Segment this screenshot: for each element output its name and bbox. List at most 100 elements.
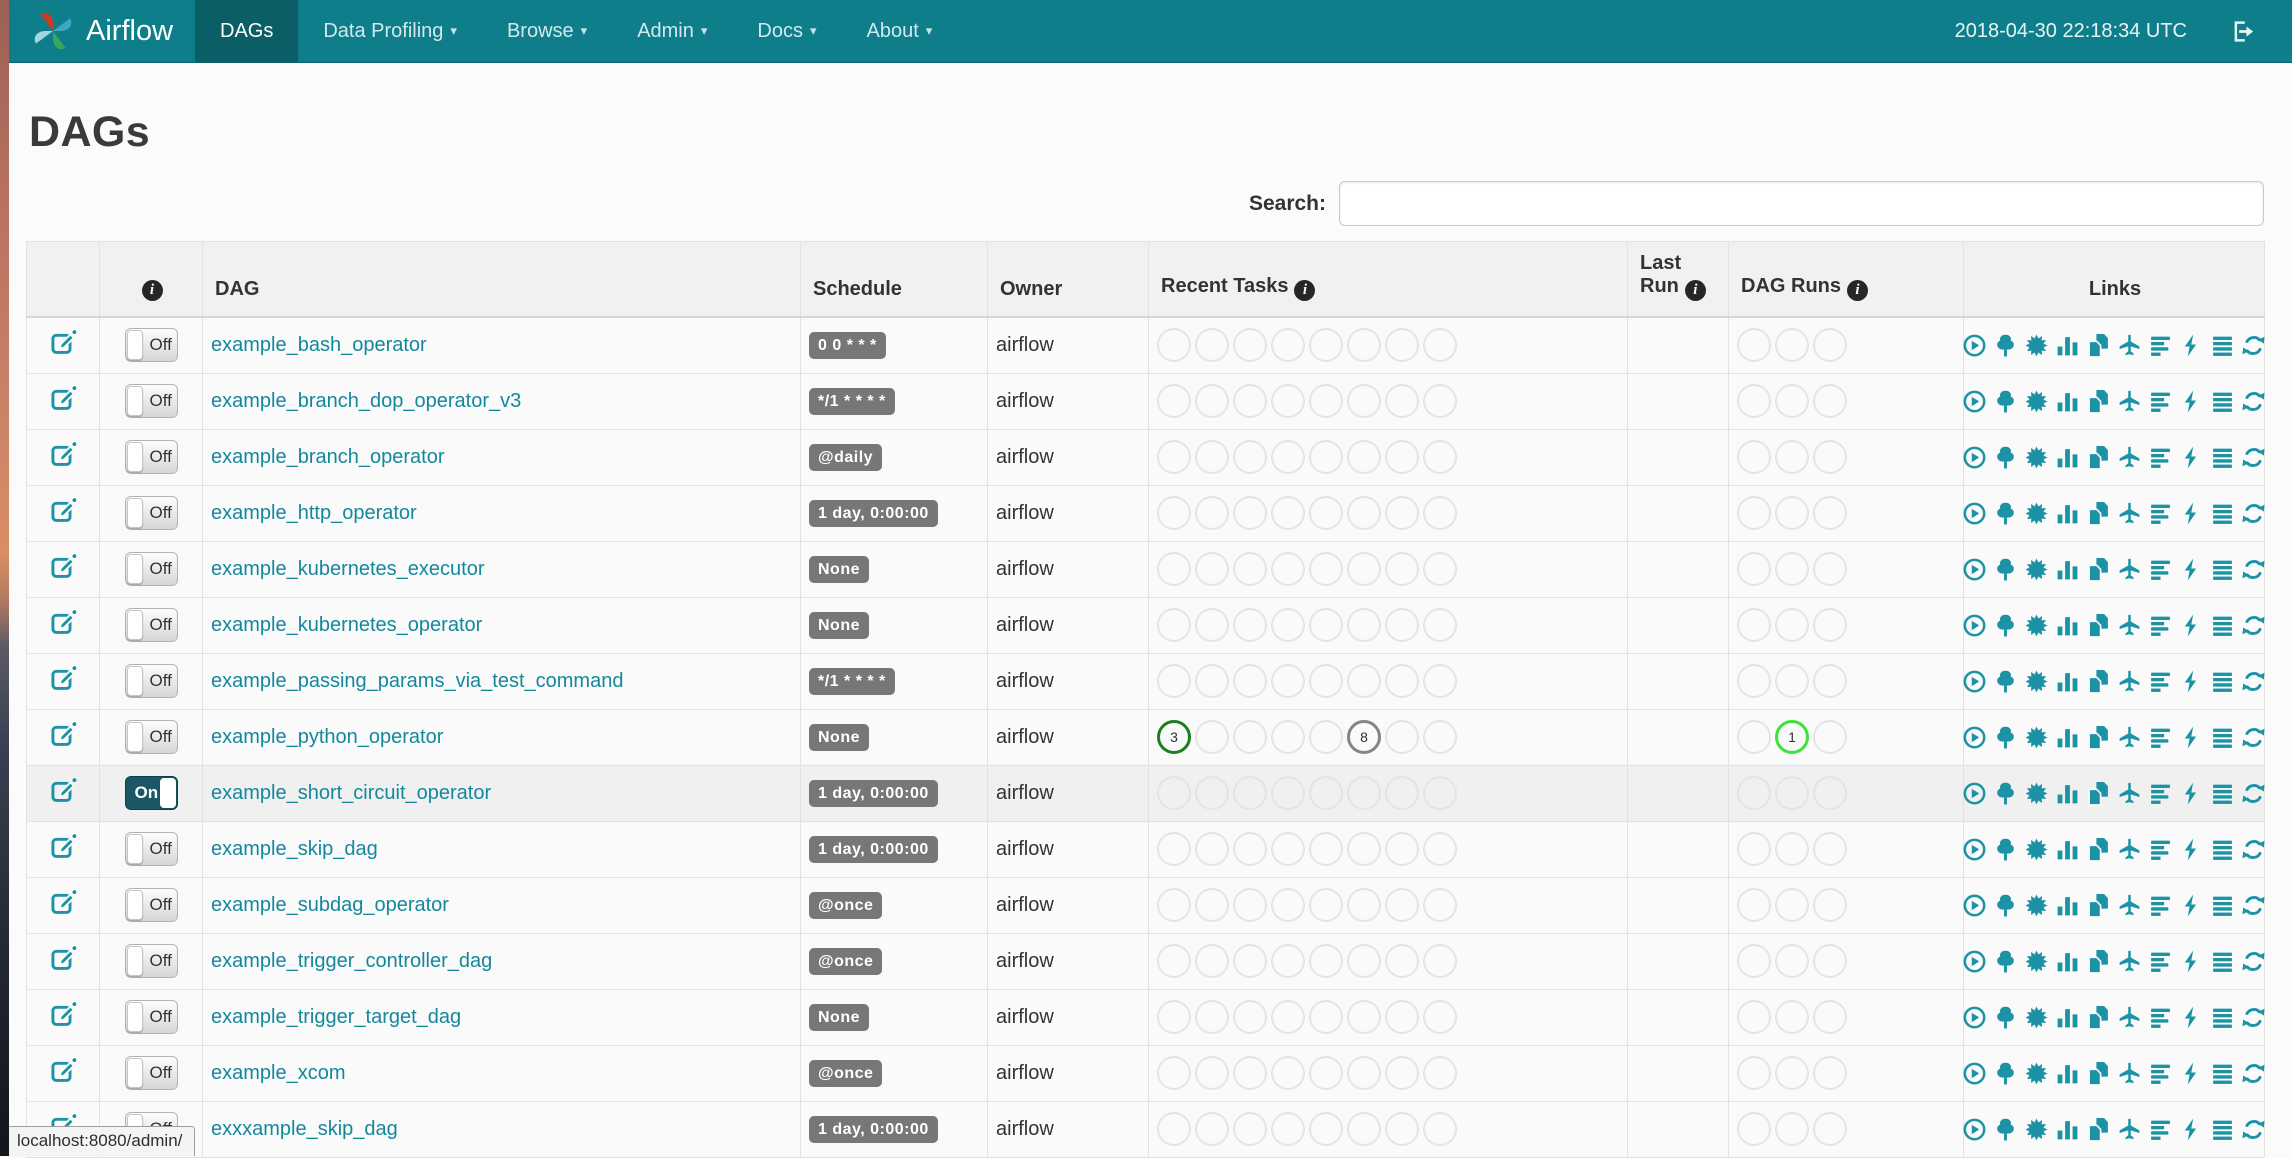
landing-times-icon[interactable]	[2117, 557, 2142, 582]
task-duration-icon[interactable]	[2055, 725, 2080, 750]
gantt-icon[interactable]	[2148, 837, 2173, 862]
task-tries-icon[interactable]	[2086, 501, 2111, 526]
refresh-icon[interactable]	[2241, 1117, 2266, 1142]
task-tries-icon[interactable]	[2086, 1117, 2111, 1142]
code-view-icon[interactable]	[2179, 1005, 2204, 1030]
recent-tasks-circle[interactable]: 3	[1157, 720, 1191, 754]
dag-pause-toggle[interactable]: Off	[124, 608, 178, 642]
landing-times-icon[interactable]	[2117, 1061, 2142, 1086]
logs-icon[interactable]	[2210, 725, 2235, 750]
dag-link[interactable]: exxxample_skip_dag	[211, 1118, 398, 1140]
landing-times-icon[interactable]	[2117, 613, 2142, 638]
dag-link[interactable]: example_passing_params_via_test_command	[211, 670, 623, 692]
dag-pause-toggle[interactable]: Off	[124, 832, 178, 866]
gantt-icon[interactable]	[2148, 781, 2173, 806]
gantt-icon[interactable]	[2148, 949, 2173, 974]
logs-icon[interactable]	[2210, 1061, 2235, 1086]
logs-icon[interactable]	[2210, 333, 2235, 358]
graph-view-icon[interactable]	[2024, 501, 2049, 526]
landing-times-icon[interactable]	[2117, 1117, 2142, 1142]
refresh-icon[interactable]	[2241, 1005, 2266, 1030]
refresh-icon[interactable]	[2241, 557, 2266, 582]
task-duration-icon[interactable]	[2055, 613, 2080, 638]
edit-dag-button[interactable]	[50, 1057, 77, 1084]
code-view-icon[interactable]	[2179, 557, 2204, 582]
edit-dag-button[interactable]	[50, 497, 77, 524]
trigger-dag-icon[interactable]	[1962, 445, 1987, 470]
landing-times-icon[interactable]	[2117, 837, 2142, 862]
logs-icon[interactable]	[2210, 389, 2235, 414]
tree-view-icon[interactable]	[1993, 893, 2018, 918]
refresh-icon[interactable]	[2241, 781, 2266, 806]
logs-icon[interactable]	[2210, 669, 2235, 694]
landing-times-icon[interactable]	[2117, 781, 2142, 806]
task-duration-icon[interactable]	[2055, 557, 2080, 582]
dag-pause-toggle[interactable]: Off	[124, 1056, 178, 1090]
task-tries-icon[interactable]	[2086, 893, 2111, 918]
gantt-icon[interactable]	[2148, 669, 2173, 694]
task-tries-icon[interactable]	[2086, 725, 2111, 750]
task-duration-icon[interactable]	[2055, 1061, 2080, 1086]
dag-link[interactable]: example_short_circuit_operator	[211, 782, 491, 804]
edit-dag-button[interactable]	[50, 441, 77, 468]
edit-dag-button[interactable]	[50, 609, 77, 636]
trigger-dag-icon[interactable]	[1962, 613, 1987, 638]
gantt-icon[interactable]	[2148, 389, 2173, 414]
graph-view-icon[interactable]	[2024, 1061, 2049, 1086]
tree-view-icon[interactable]	[1993, 1061, 2018, 1086]
graph-view-icon[interactable]	[2024, 1117, 2049, 1142]
landing-times-icon[interactable]	[2117, 725, 2142, 750]
dag-pause-toggle[interactable]: Off	[124, 664, 178, 698]
edit-dag-button[interactable]	[50, 553, 77, 580]
dag-runs-circle[interactable]: 1	[1775, 720, 1809, 754]
task-duration-icon[interactable]	[2055, 445, 2080, 470]
logs-icon[interactable]	[2210, 781, 2235, 806]
code-view-icon[interactable]	[2179, 1061, 2204, 1086]
gantt-icon[interactable]	[2148, 893, 2173, 918]
graph-view-icon[interactable]	[2024, 725, 2049, 750]
refresh-icon[interactable]	[2241, 725, 2266, 750]
tree-view-icon[interactable]	[1993, 445, 2018, 470]
tree-view-icon[interactable]	[1993, 1005, 2018, 1030]
trigger-dag-icon[interactable]	[1962, 949, 1987, 974]
task-duration-icon[interactable]	[2055, 781, 2080, 806]
trigger-dag-icon[interactable]	[1962, 1005, 1987, 1030]
dag-pause-toggle[interactable]: Off	[124, 1000, 178, 1034]
tree-view-icon[interactable]	[1993, 781, 2018, 806]
code-view-icon[interactable]	[2179, 669, 2204, 694]
landing-times-icon[interactable]	[2117, 1005, 2142, 1030]
code-view-icon[interactable]	[2179, 333, 2204, 358]
logs-icon[interactable]	[2210, 837, 2235, 862]
logs-icon[interactable]	[2210, 893, 2235, 918]
trigger-dag-icon[interactable]	[1962, 1061, 1987, 1086]
edit-dag-button[interactable]	[50, 721, 77, 748]
code-view-icon[interactable]	[2179, 893, 2204, 918]
logs-icon[interactable]	[2210, 1117, 2235, 1142]
refresh-icon[interactable]	[2241, 501, 2266, 526]
dag-pause-toggle[interactable]: Off	[124, 944, 178, 978]
dag-pause-toggle[interactable]: On	[124, 776, 178, 810]
dag-link[interactable]: example_branch_dop_operator_v3	[211, 390, 521, 412]
dag-pause-toggle[interactable]: Off	[124, 440, 178, 474]
logs-icon[interactable]	[2210, 613, 2235, 638]
dag-pause-toggle[interactable]: Off	[124, 720, 178, 754]
nav-item-dags[interactable]: DAGs	[195, 0, 299, 62]
nav-item-about[interactable]: About ▾	[842, 0, 958, 62]
task-tries-icon[interactable]	[2086, 1061, 2111, 1086]
task-tries-icon[interactable]	[2086, 333, 2111, 358]
refresh-icon[interactable]	[2241, 333, 2266, 358]
trigger-dag-icon[interactable]	[1962, 501, 1987, 526]
refresh-icon[interactable]	[2241, 669, 2266, 694]
tree-view-icon[interactable]	[1993, 501, 2018, 526]
gantt-icon[interactable]	[2148, 613, 2173, 638]
trigger-dag-icon[interactable]	[1962, 389, 1987, 414]
search-input[interactable]	[1339, 181, 2264, 226]
graph-view-icon[interactable]	[2024, 781, 2049, 806]
graph-view-icon[interactable]	[2024, 557, 2049, 582]
trigger-dag-icon[interactable]	[1962, 781, 1987, 806]
logs-icon[interactable]	[2210, 949, 2235, 974]
refresh-icon[interactable]	[2241, 613, 2266, 638]
trigger-dag-icon[interactable]	[1962, 725, 1987, 750]
dag-link[interactable]: example_skip_dag	[211, 838, 378, 860]
code-view-icon[interactable]	[2179, 501, 2204, 526]
